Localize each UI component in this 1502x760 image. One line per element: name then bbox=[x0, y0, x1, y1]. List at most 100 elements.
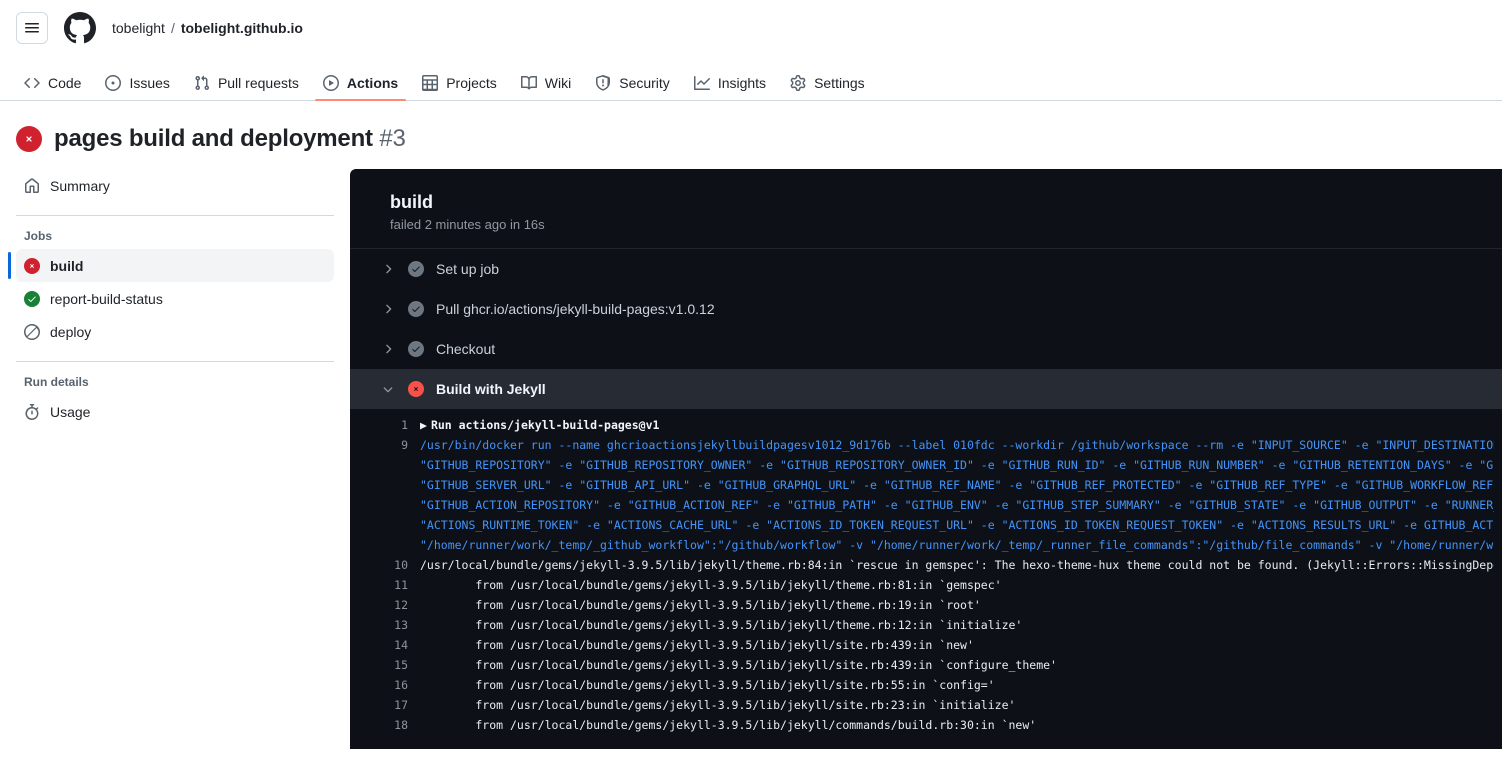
sidebar-label: Summary bbox=[50, 177, 110, 194]
chevron-right-icon bbox=[380, 341, 396, 357]
sidebar-item-usage[interactable]: Usage bbox=[16, 395, 334, 428]
step-label: Pull ghcr.io/actions/jekyll-build-pages:… bbox=[436, 301, 715, 318]
sidebar-heading-run-details: Run details bbox=[24, 375, 89, 389]
sidebar-label: build bbox=[50, 257, 84, 274]
nav-label: Issues bbox=[129, 75, 170, 91]
check-circle-fill-icon bbox=[408, 301, 424, 318]
sidebar-item-report-build-status[interactable]: report-build-status bbox=[16, 282, 334, 315]
log-line: "ACTIONS_RUNTIME_TOKEN" -e "ACTIONS_CACH… bbox=[350, 515, 1502, 535]
step-row-build-with-jekyll[interactable]: Build with Jekyll bbox=[350, 369, 1502, 410]
check-circle-fill-icon bbox=[408, 261, 424, 278]
log-line-number: 13 bbox=[394, 618, 408, 633]
log-line-text: "/home/runner/work/_temp/_github_workflo… bbox=[420, 538, 1494, 553]
sidebar-item-deploy[interactable]: deploy bbox=[16, 315, 334, 348]
nav-item-actions[interactable]: Actions bbox=[314, 75, 407, 101]
breadcrumb-owner[interactable]: tobelight bbox=[112, 20, 165, 36]
graph-icon bbox=[693, 75, 710, 91]
check-circle-fill-icon bbox=[24, 290, 40, 307]
nav-item-security[interactable]: Security bbox=[587, 75, 678, 100]
log-line-text: /usr/local/bundle/gems/jekyll-3.9.5/lib/… bbox=[420, 558, 1494, 573]
log-line: "GITHUB_REPOSITORY" -e "GITHUB_REPOSITOR… bbox=[350, 455, 1502, 475]
log-line: 18 from /usr/local/bundle/gems/jekyll-3.… bbox=[350, 715, 1502, 735]
chevron-right-icon bbox=[380, 261, 396, 277]
nav-label: Insights bbox=[717, 75, 767, 91]
step-row-pull-image[interactable]: Pull ghcr.io/actions/jekyll-build-pages:… bbox=[350, 289, 1502, 329]
log-line: 16 from /usr/local/bundle/gems/jekyll-3.… bbox=[350, 675, 1502, 695]
git-pull-request-icon bbox=[194, 75, 210, 91]
log-line: "GITHUB_ACTION_REPOSITORY" -e "GITHUB_AC… bbox=[350, 495, 1502, 515]
log-line-number: 10 bbox=[394, 558, 408, 573]
log-line: 15 from /usr/local/bundle/gems/jekyll-3.… bbox=[350, 655, 1502, 675]
sidebar-item-build[interactable]: build bbox=[8, 249, 334, 282]
log-line-text: "GITHUB_REPOSITORY" -e "GITHUB_REPOSITOR… bbox=[420, 458, 1494, 473]
chevron-right-icon bbox=[380, 301, 396, 317]
nav-item-wiki[interactable]: Wiki bbox=[513, 75, 579, 100]
github-mark-icon[interactable] bbox=[64, 12, 96, 44]
x-circle-fill-icon bbox=[408, 381, 424, 398]
run-title-row: pages build and deployment #3 bbox=[0, 101, 1502, 169]
log-line: 11 from /usr/local/bundle/gems/jekyll-3.… bbox=[350, 575, 1502, 595]
log-line: 10/usr/local/bundle/gems/jekyll-3.9.5/li… bbox=[350, 555, 1502, 575]
app-header: tobelight / tobelight.github.io bbox=[0, 0, 1502, 56]
run-sidebar: Summary Jobs build report-build-status d… bbox=[0, 169, 350, 428]
log-line-text: "GITHUB_SERVER_URL" -e "GITHUB_API_URL" … bbox=[420, 478, 1494, 493]
nav-item-settings[interactable]: Settings bbox=[782, 75, 873, 100]
triangle-right-icon[interactable]: ▶ bbox=[420, 418, 427, 432]
issue-opened-icon bbox=[105, 75, 122, 91]
check-circle-fill-icon bbox=[408, 341, 424, 358]
nav-item-pull-requests[interactable]: Pull requests bbox=[186, 75, 307, 100]
job-name: build bbox=[390, 192, 433, 212]
log-line-text: /usr/bin/docker run --name ghcrioactions… bbox=[420, 438, 1494, 453]
home-icon bbox=[24, 177, 40, 194]
log-line-text: from /usr/local/bundle/gems/jekyll-3.9.5… bbox=[420, 578, 1002, 593]
log-line-text: from /usr/local/bundle/gems/jekyll-3.9.5… bbox=[420, 678, 995, 693]
log-line-text: from /usr/local/bundle/gems/jekyll-3.9.5… bbox=[420, 698, 1016, 713]
shield-icon bbox=[595, 75, 611, 91]
sidebar-label: deploy bbox=[50, 323, 92, 340]
nav-item-insights[interactable]: Insights bbox=[686, 75, 774, 100]
step-row-set-up-job[interactable]: Set up job bbox=[350, 249, 1502, 289]
sidebar-label: Usage bbox=[50, 403, 91, 420]
code-icon bbox=[24, 75, 40, 91]
step-label: Build with Jekyll bbox=[436, 381, 546, 398]
nav-label: Settings bbox=[814, 75, 865, 91]
chevron-down-icon bbox=[380, 381, 396, 397]
log-line-text: from /usr/local/bundle/gems/jekyll-3.9.5… bbox=[420, 658, 1057, 673]
nav-label: Projects bbox=[446, 75, 497, 91]
log-line-text: ▶ Run actions/jekyll-build-pages@v1 bbox=[420, 418, 660, 433]
nav-label: Security bbox=[619, 75, 670, 91]
body-wrap: Summary Jobs build report-build-status d… bbox=[0, 169, 1502, 749]
step-row-checkout[interactable]: Checkout bbox=[350, 329, 1502, 369]
sidebar-heading-jobs: Jobs bbox=[24, 229, 53, 243]
log-output[interactable]: 1 ▶ Run actions/jekyll-build-pages@v1 9/us… bbox=[350, 409, 1502, 745]
breadcrumb: tobelight / tobelight.github.io bbox=[112, 20, 303, 36]
nav-item-code[interactable]: Code bbox=[16, 75, 89, 100]
step-label: Set up job bbox=[436, 261, 500, 278]
x-circle-fill-icon bbox=[24, 257, 40, 274]
job-log-header: build failed 2 minutes ago in 16s bbox=[350, 169, 1502, 250]
job-log-panel: build failed 2 minutes ago in 16s Set up… bbox=[350, 169, 1502, 749]
log-line-number: 14 bbox=[394, 638, 408, 653]
log-line: "GITHUB_SERVER_URL" -e "GITHUB_API_URL" … bbox=[350, 475, 1502, 495]
nav-item-projects[interactable]: Projects bbox=[414, 75, 505, 100]
sidebar-label: report-build-status bbox=[50, 290, 163, 307]
sidebar-item-summary[interactable]: Summary bbox=[16, 169, 334, 202]
log-line: 17 from /usr/local/bundle/gems/jekyll-3.… bbox=[350, 695, 1502, 715]
log-line: 14 from /usr/local/bundle/gems/jekyll-3.… bbox=[350, 635, 1502, 655]
skip-icon bbox=[24, 323, 40, 340]
log-line: "/home/runner/work/_temp/_github_workflo… bbox=[350, 535, 1502, 555]
log-line: 13 from /usr/local/bundle/gems/jekyll-3.… bbox=[350, 615, 1502, 635]
log-line-text: from /usr/local/bundle/gems/jekyll-3.9.5… bbox=[420, 598, 981, 613]
book-icon bbox=[520, 75, 537, 91]
log-line-number: 11 bbox=[394, 578, 408, 593]
breadcrumb-repo[interactable]: tobelight.github.io bbox=[181, 20, 303, 36]
log-line-number: 1 bbox=[401, 418, 408, 433]
log-line-number: 18 bbox=[394, 718, 408, 733]
sidebar-divider-2 bbox=[16, 361, 334, 362]
play-icon bbox=[322, 75, 339, 91]
sidebar-divider-1 bbox=[16, 215, 334, 216]
hamburger-icon[interactable] bbox=[16, 12, 48, 44]
log-line-number: 12 bbox=[394, 598, 408, 613]
nav-item-issues[interactable]: Issues bbox=[97, 75, 177, 100]
log-line-number: 9 bbox=[401, 438, 408, 453]
